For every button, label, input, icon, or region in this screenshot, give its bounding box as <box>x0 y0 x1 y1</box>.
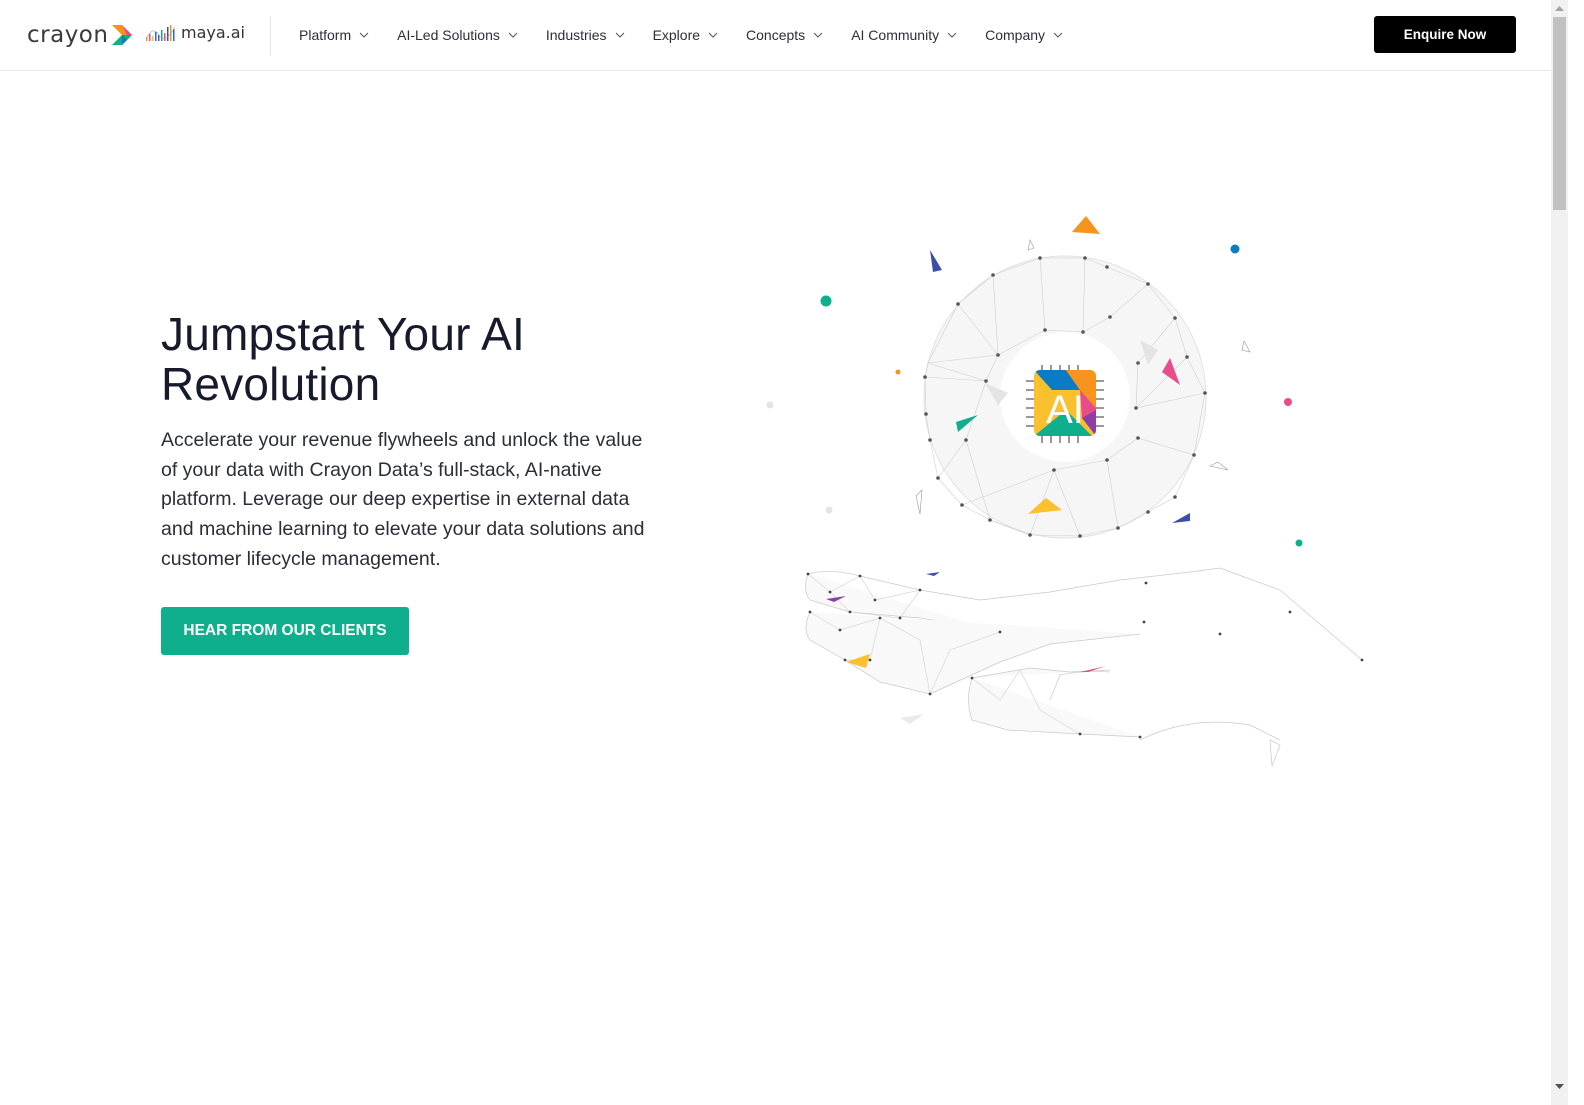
nav-item-label: Industries <box>545 27 607 43</box>
ai-chip-icon: AI <box>1026 365 1104 443</box>
nav-item-explore[interactable]: Explore <box>653 27 718 43</box>
maya-ai-logo[interactable]: maya.ai <box>145 23 245 43</box>
hero-title: Jumpstart Your AI Revolution <box>161 308 525 410</box>
hero-description: Accelerate your revenue flywheels and un… <box>161 429 645 570</box>
chevron-down-icon <box>708 32 718 38</box>
maya-wave-icon <box>145 25 176 41</box>
scroll-down-arrow-icon[interactable] <box>1551 1078 1568 1095</box>
nav-item-ai-community[interactable]: AI Community <box>851 27 957 43</box>
chevron-down-icon <box>1053 32 1063 38</box>
chevron-down-icon <box>947 32 957 38</box>
nav-item-label: AI-Led Solutions <box>397 27 500 43</box>
nav-item-label: Concepts <box>746 27 806 43</box>
nav-item-platform[interactable]: Platform <box>299 27 369 43</box>
header-divider <box>270 16 271 56</box>
maya-ai-logo-text: maya.ai <box>181 23 245 42</box>
nav-item-company[interactable]: Company <box>985 27 1063 43</box>
hear-from-clients-button[interactable]: HEAR FROM OUR CLIENTS <box>161 607 409 655</box>
scrollbar-thumb[interactable] <box>1553 17 1566 210</box>
crayon-arrow-icon <box>112 25 133 45</box>
nav-item-label: AI Community <box>851 27 940 43</box>
nav-item-label: Platform <box>299 27 352 43</box>
nav-item-ai-led-solutions[interactable]: AI-Led Solutions <box>397 27 518 43</box>
scroll-up-arrow-icon[interactable] <box>1551 0 1568 17</box>
page-scrollbar[interactable] <box>1551 0 1568 1105</box>
enquire-now-button[interactable]: Enquire Now <box>1374 16 1516 53</box>
crayon-logo-text: crayon <box>27 22 109 48</box>
chevron-down-icon <box>813 32 823 38</box>
nav-item-industries[interactable]: Industries <box>546 27 625 43</box>
chevron-down-icon <box>359 32 369 38</box>
chevron-down-icon <box>615 32 624 38</box>
low-poly-hand <box>805 567 1364 767</box>
hero-illustration: AI <box>766 216 1364 767</box>
ai-chip-label: AI <box>1046 388 1084 432</box>
nav-item-label: Explore <box>652 27 701 43</box>
nav-item-concepts[interactable]: Concepts <box>746 27 823 43</box>
chevron-down-icon <box>508 32 518 38</box>
main-nav: Platform AI-Led Solutions Industries Exp… <box>299 24 1091 46</box>
crayon-logo[interactable]: crayon <box>27 21 134 49</box>
nav-item-label: Company <box>985 27 1046 43</box>
site-header: crayon maya.ai Platform AI-Led Solutions… <box>0 0 1567 71</box>
